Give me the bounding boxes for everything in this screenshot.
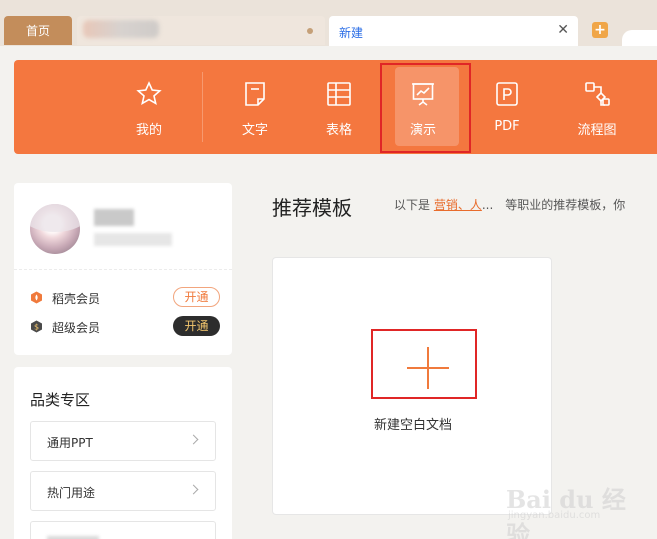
pdf-icon [496, 82, 518, 106]
star-icon [136, 81, 162, 106]
writer-doc-icon [245, 82, 265, 106]
vip-super-label: 超级会员 [52, 321, 101, 335]
vip-row-docer: 稻壳会员 开通 [30, 287, 220, 309]
close-icon[interactable]: ✕ [557, 22, 569, 38]
nav-writer-label: 文字 [241, 123, 268, 138]
blurred-username [94, 209, 134, 226]
tab-edge [622, 30, 657, 46]
banner-divider [202, 72, 203, 142]
desc-prefix: 以下是 [394, 198, 431, 212]
tab-new[interactable]: 新建 ✕ [329, 16, 578, 46]
svg-text:$: $ [34, 323, 39, 332]
category-card: 品类专区 通用PPT 热门用途 [14, 367, 232, 539]
vip-docer-label: 稻壳会员 [52, 292, 101, 306]
chevron-right-icon [188, 434, 199, 445]
spreadsheet-icon [327, 82, 351, 106]
new-blank-document-label: 新建空白文档 [373, 418, 452, 433]
tab-blurred[interactable] [77, 16, 325, 45]
blurred-tab-title [83, 20, 159, 38]
nav-pdf[interactable]: PDF [472, 60, 542, 154]
nav-flowchart-label: 流程图 [577, 123, 617, 138]
tab-bar: 首页 新建 ✕ + [0, 0, 657, 46]
category-item-general-ppt[interactable]: 通用PPT [30, 421, 216, 461]
chevron-right-icon [188, 484, 199, 495]
super-open-button[interactable]: 开通 [173, 316, 220, 336]
desc-profession-link[interactable]: 营销、人 [434, 198, 482, 212]
docer-open-button[interactable]: 开通 [173, 287, 220, 307]
recommend-description: 以下是 营销、人... 等职业的推荐模板，你 [394, 196, 657, 214]
avatar[interactable] [30, 204, 80, 254]
category-item-label: 热门用途 [47, 486, 96, 500]
divider [14, 269, 232, 270]
baidu-watermark: Bai du 经验 jingyan.baidu.com [500, 462, 640, 539]
page-title: 推荐模板 [272, 196, 352, 220]
nav-spreadsheet-label: 表格 [325, 123, 352, 138]
category-item-label: 通用PPT [47, 436, 93, 450]
category-item-popular-use[interactable]: 热门用途 [30, 471, 216, 511]
nav-spreadsheet[interactable]: 表格 [304, 60, 374, 154]
nav-writer[interactable]: 文字 [220, 60, 290, 154]
docer-vip-icon [31, 291, 42, 304]
super-vip-icon: $ [31, 320, 42, 333]
nav-mine-label: 我的 [135, 123, 162, 138]
tab-home[interactable]: 首页 [4, 16, 72, 45]
category-title: 品类专区 [30, 391, 91, 409]
highlight-box-presentation [380, 63, 471, 153]
add-tab-icon[interactable]: + [592, 22, 608, 38]
blurred-user-id [94, 233, 172, 246]
watermark-url: jingyan.baidu.com [508, 510, 601, 521]
vip-row-super: $ 超级会员 开通 [30, 316, 220, 338]
tab-home-label: 首页 [25, 24, 50, 38]
tab-new-label: 新建 [339, 26, 364, 40]
app-type-banner: 我的 文字 表格 演示 PDF 流程图 [14, 60, 657, 154]
profile-card: 稻壳会员 开通 $ 超级会员 开通 [14, 183, 232, 355]
flowchart-icon [585, 82, 610, 106]
tab-modified-dot [307, 28, 313, 34]
nav-mine[interactable]: 我的 [114, 60, 184, 154]
highlight-box-plus [371, 329, 477, 399]
category-item-blurred[interactable] [30, 521, 216, 539]
desc-suffix: ... 等职业的推荐模板，你 [481, 198, 626, 212]
nav-flowchart[interactable]: 流程图 [562, 60, 632, 154]
nav-pdf-label: PDF [494, 119, 520, 134]
